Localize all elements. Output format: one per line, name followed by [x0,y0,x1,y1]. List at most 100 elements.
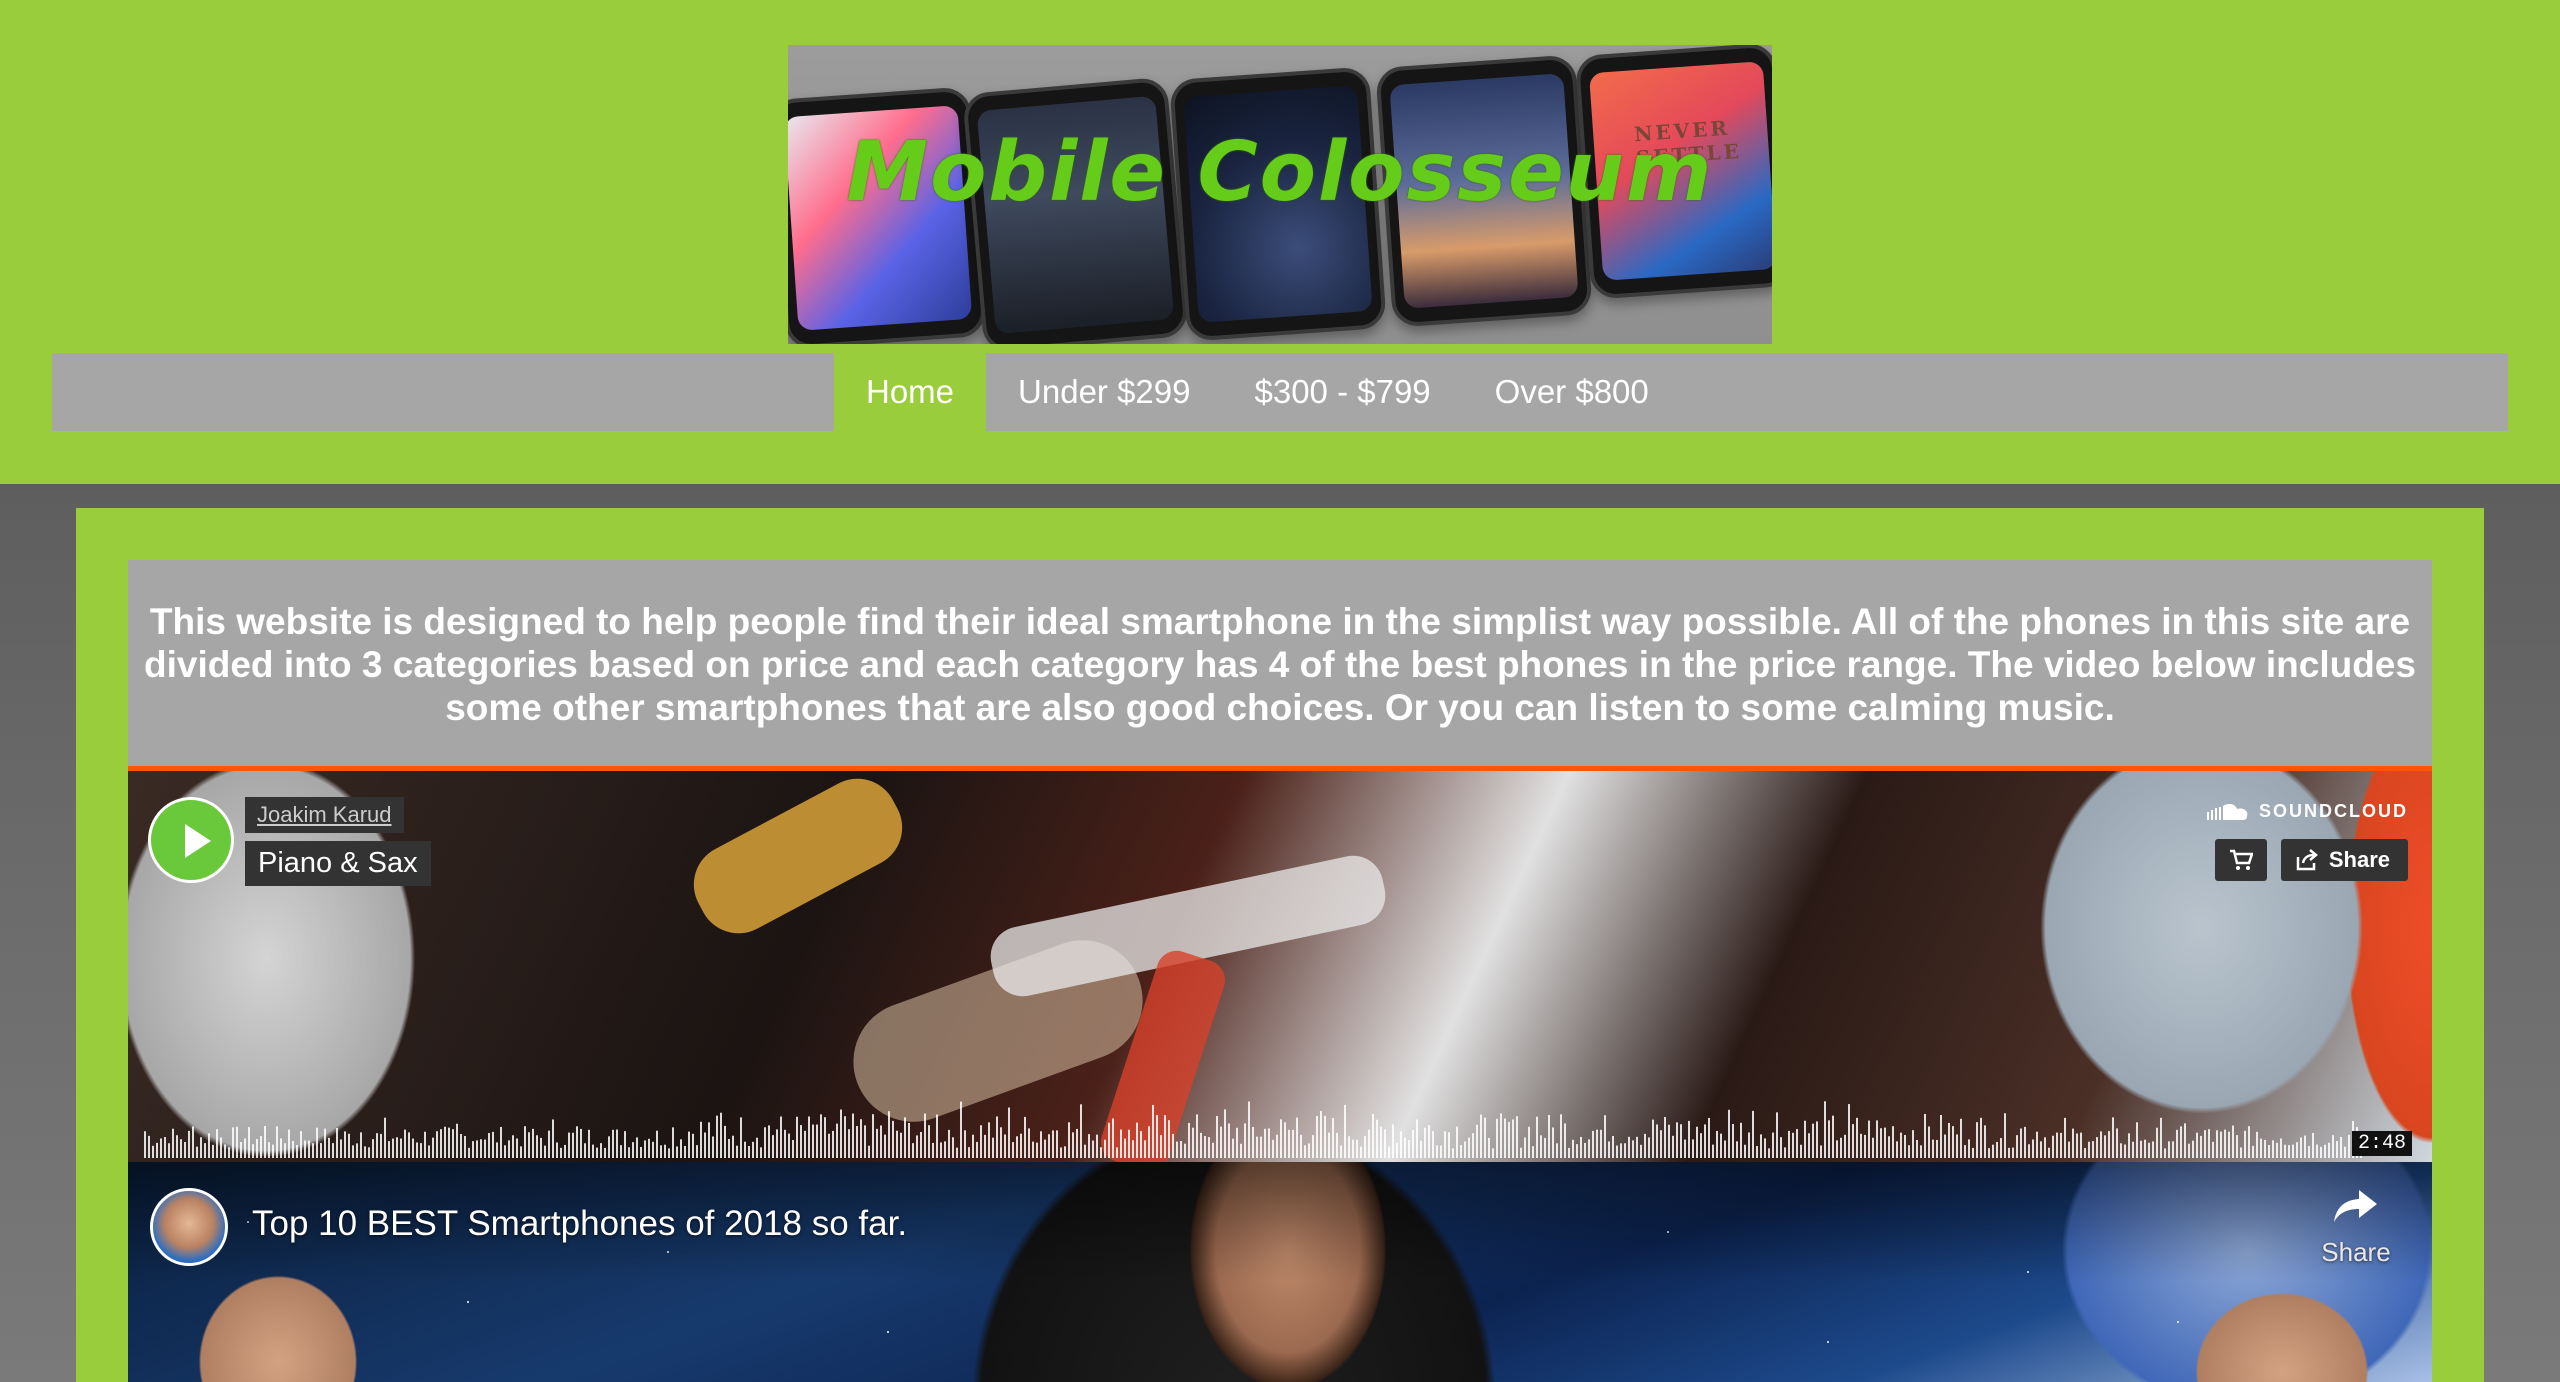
waveform-bar [1704,1124,1706,1158]
waveform-bar [688,1131,690,1158]
track-title[interactable]: Piano & Sax [245,841,431,886]
waveform-bar [2196,1132,2198,1158]
nav-item-home[interactable]: Home [834,353,987,431]
waveform-bar [1964,1145,1966,1158]
waveform-bar [2124,1144,2126,1158]
waveform-bar [548,1130,550,1158]
waveform-bar [756,1137,758,1158]
waveform-bar [744,1141,746,1158]
artist-link[interactable]: Joakim Karud [245,797,404,833]
waveform-bar [2216,1130,2218,1158]
video-share-button[interactable]: Share [2316,1186,2396,1268]
play-button[interactable] [148,797,234,883]
waveform-bar [1504,1118,1506,1158]
waveform-bar [192,1126,194,1158]
waveform-bar [272,1144,274,1158]
waveform-bar [1112,1118,1114,1158]
video-title[interactable]: Top 10 BEST Smartphones of 2018 so far. [252,1204,907,1244]
waveform-bar [1236,1127,1238,1158]
waveform-bar [368,1147,370,1158]
waveform-bar [888,1111,890,1158]
soundcloud-logo-icon [2207,803,2248,820]
nav-item-over-800[interactable]: Over $800 [1463,353,1681,431]
channel-avatar[interactable] [150,1188,228,1266]
nav-item-300-799[interactable]: $300 - $799 [1223,353,1463,431]
waveform-bar [1956,1134,1958,1158]
waveform-bar [2120,1143,2122,1158]
waveform-bar [720,1112,722,1158]
waveform-bar [564,1144,566,1158]
waveform-bar [740,1117,742,1158]
waveform-bar [2180,1126,2182,1158]
waveform-bar [252,1144,254,1158]
waveform-bar [420,1143,422,1158]
waveform-bar [988,1122,990,1158]
waveform-bar [1124,1138,1126,1158]
waveform-bar [1992,1144,1994,1158]
waveform-bar [472,1141,474,1158]
waveform-bar [1076,1128,1078,1158]
waveform-bar [1800,1144,1802,1158]
waveform-bar [2148,1142,2150,1158]
waveform-bar [1000,1127,1002,1158]
waveform-bar [516,1138,518,1158]
waveform-bar [1756,1146,1758,1158]
waveform-bar [2336,1141,2338,1158]
waveform-bar [1468,1137,1470,1158]
waveform-bar [1264,1128,1266,1158]
youtube-player[interactable]: Top 10 BEST Smartphones of 2018 so far. … [128,1162,2432,1382]
waveform-bar [384,1117,386,1158]
waveform-bar [184,1142,186,1158]
waveform-bar [1616,1145,1618,1158]
waveform[interactable] [144,1094,2364,1158]
waveform-bar [1648,1137,1650,1158]
waveform-bar [1764,1138,1766,1158]
banner-image: NEVER SETTLE Mobile Colosseum [788,45,1772,344]
waveform-bar [148,1135,150,1158]
waveform-bar [1820,1145,1822,1158]
waveform-bar [2016,1135,2018,1158]
waveform-bar [1968,1139,1970,1158]
waveform-bar [1668,1124,1670,1158]
video-share-label: Share [2321,1237,2391,1267]
waveform-bar [1348,1136,1350,1158]
waveform-bar [1796,1129,1798,1158]
waveform-bar [2332,1135,2334,1158]
waveform-bar [196,1146,198,1158]
waveform-bar [812,1124,814,1158]
waveform-bar [708,1122,710,1158]
waveform-bar [2076,1133,2078,1158]
waveform-bar [1244,1123,1246,1158]
waveform-bar [2004,1113,2006,1158]
waveform-bar [372,1139,374,1158]
buy-button[interactable] [2215,839,2267,881]
waveform-bar [1740,1122,1742,1158]
waveform-bar [1712,1144,1714,1158]
waveform-bar [2296,1142,2298,1158]
waveform-bar [1200,1132,1202,1158]
waveform-bar [848,1129,850,1158]
share-button[interactable]: Share [2280,839,2408,881]
waveform-bar [1644,1133,1646,1158]
waveform-bar [2300,1137,2302,1158]
waveform-bar [1144,1140,1146,1158]
soundcloud-player[interactable]: Joakim Karud Piano & Sax SOUNDCLOUD Shar… [128,766,2432,1162]
nav-item-under-299[interactable]: Under $299 [986,353,1222,431]
waveform-bar [632,1142,634,1158]
waveform-bar [1308,1143,1310,1158]
waveform-bar [1736,1141,1738,1158]
waveform-bar [1248,1101,1250,1158]
waveform-bar [456,1123,458,1158]
soundcloud-logo[interactable]: SOUNDCLOUD [2207,801,2408,822]
waveform-bar [176,1135,178,1158]
waveform-bar [2032,1139,2034,1158]
waveform-bar [2160,1117,2162,1158]
waveform-bar [1292,1129,1294,1158]
waveform-bar [1768,1148,1770,1158]
waveform-bar [400,1138,402,1158]
waveform-bar [1896,1141,1898,1158]
waveform-bar [460,1134,462,1158]
waveform-bar [2284,1144,2286,1158]
waveform-bar [1352,1139,1354,1158]
waveform-bar [292,1140,294,1158]
